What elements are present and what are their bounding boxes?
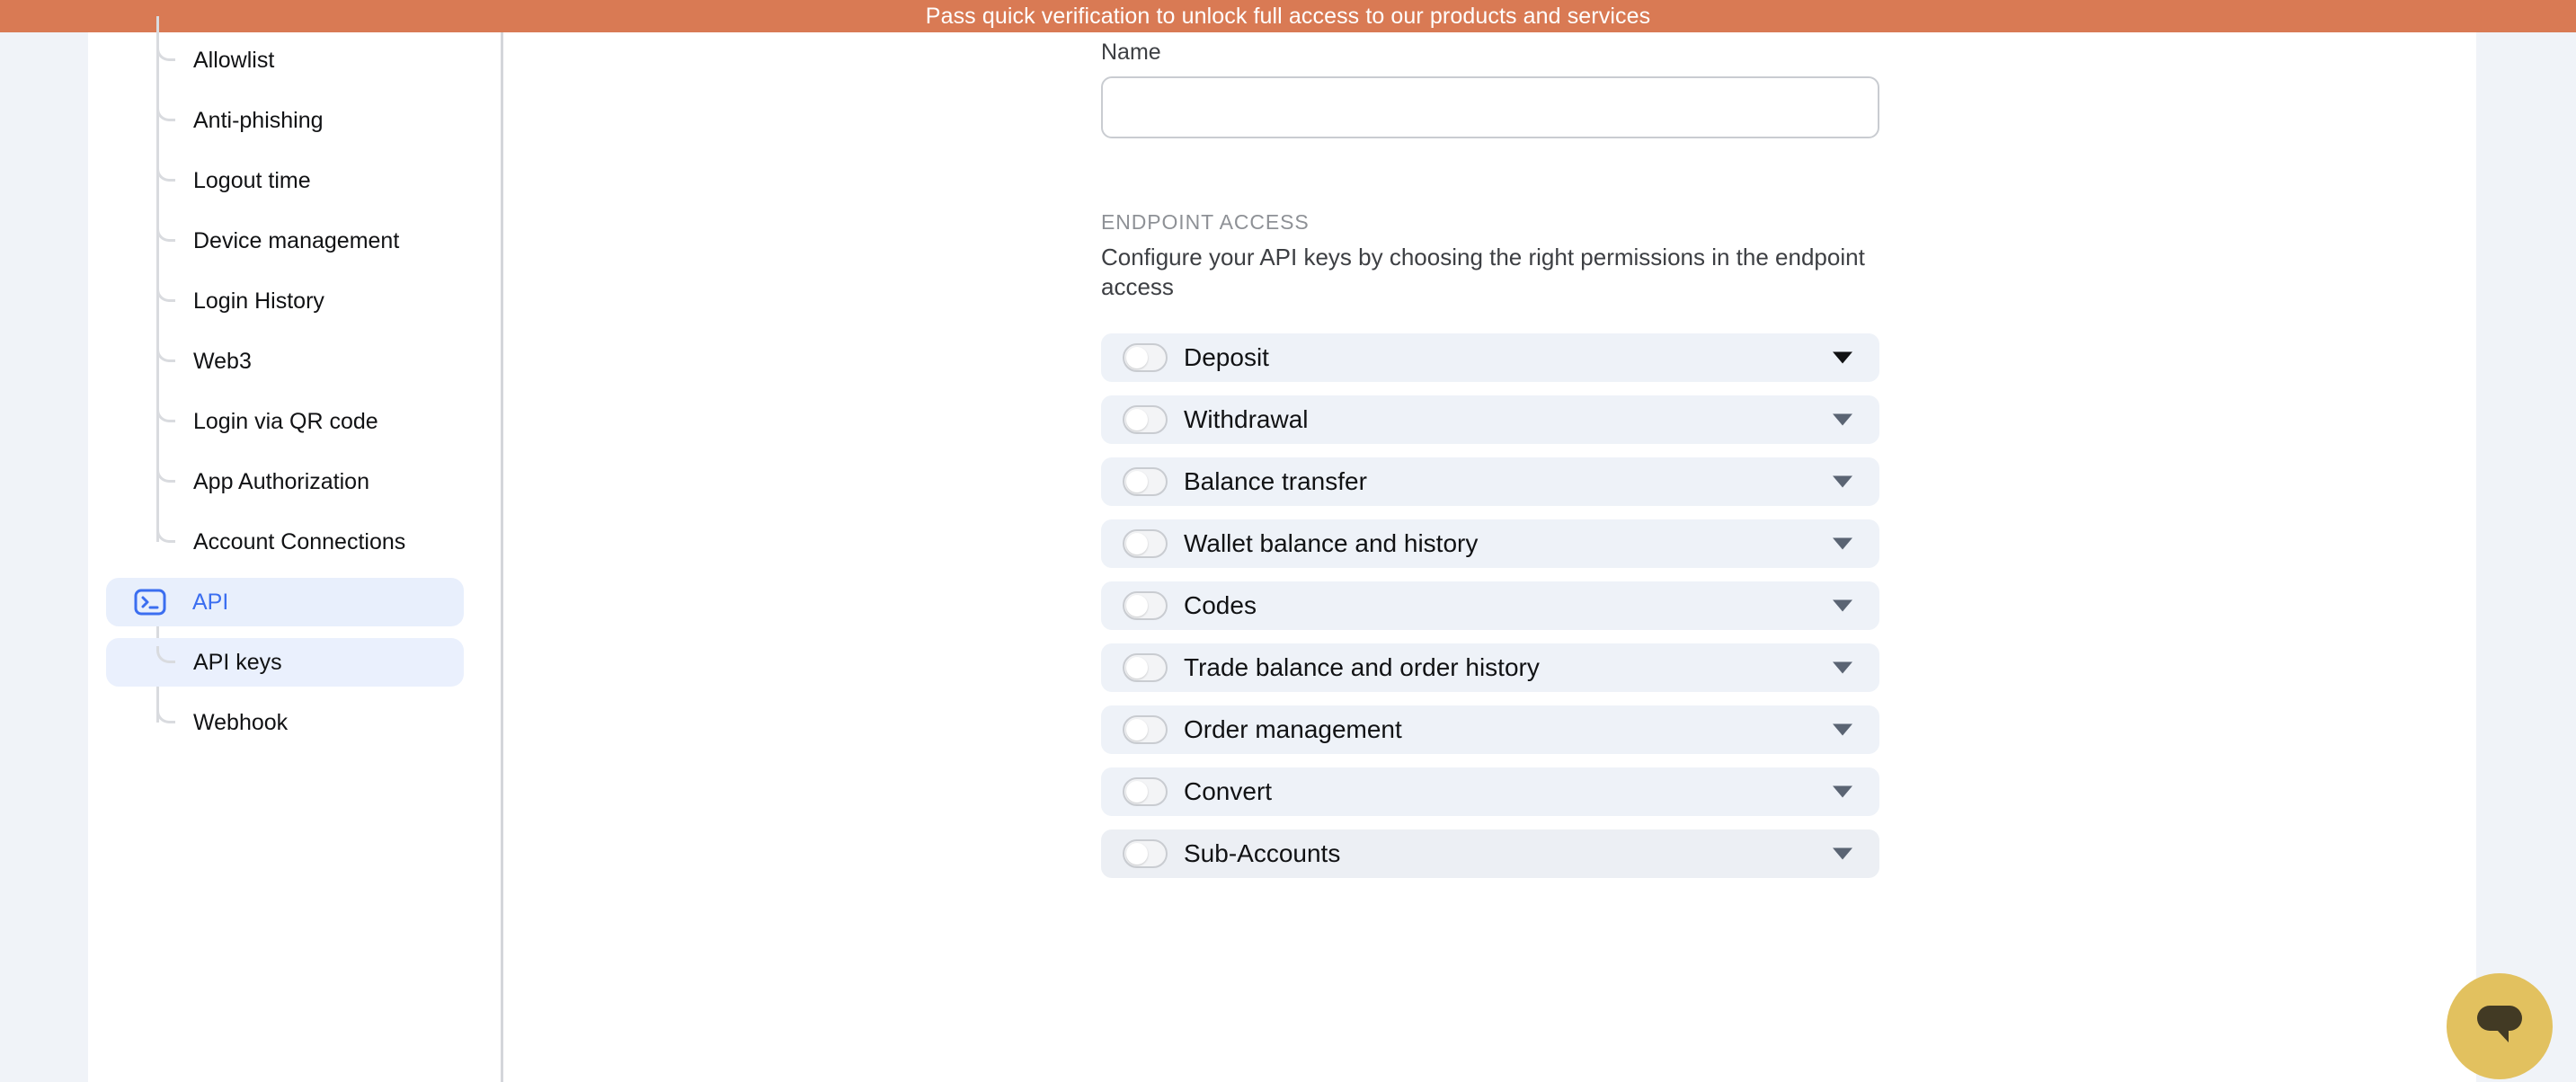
- page-background-left: [0, 32, 88, 1082]
- permission-list: Deposit Withdrawal Balance transfer Wallet …: [1101, 333, 1879, 878]
- permission-row-balance-transfer[interactable]: Balance transfer: [1101, 457, 1879, 506]
- permission-label: Balance transfer: [1184, 466, 1367, 495]
- sidebar-item-anti-phishing[interactable]: Anti-phishing: [106, 96, 464, 145]
- chevron-down-icon[interactable]: [1833, 661, 1852, 674]
- permission-toggle-wallet-balance-and-history[interactable]: [1123, 528, 1168, 558]
- sidebar-item-allowlist[interactable]: Allowlist: [106, 36, 464, 84]
- chevron-down-icon[interactable]: [1833, 351, 1852, 364]
- sidebar-item-label: Logout time: [193, 167, 311, 193]
- page-background-right: [2476, 32, 2576, 1082]
- sidebar-item-label: Login History: [193, 288, 324, 314]
- permission-row-convert[interactable]: Convert: [1101, 767, 1879, 816]
- sidebar-item-label: Login via QR code: [193, 408, 378, 434]
- sidebar-item-device-management[interactable]: Device management: [106, 217, 464, 265]
- nav-tree-connector: [156, 104, 175, 121]
- permission-toggle-trade-balance-and-order-history[interactable]: [1123, 652, 1168, 682]
- chevron-down-icon[interactable]: [1833, 723, 1852, 736]
- permission-row-sub-accounts[interactable]: Sub-Accounts: [1101, 829, 1879, 878]
- sidebar-item-app-authorization[interactable]: App Authorization: [106, 457, 464, 506]
- sidebar-item-label: Account Connections: [193, 528, 406, 554]
- main-content: Name ENDPOINT ACCESS Configure your API …: [506, 32, 2476, 1082]
- verification-banner[interactable]: Pass quick verification to unlock full a…: [0, 0, 2576, 32]
- permission-row-trade-balance-and-order-history[interactable]: Trade balance and order history: [1101, 643, 1879, 692]
- sidebar-item-login-via-qr-code[interactable]: Login via QR code: [106, 397, 464, 446]
- permission-row-deposit[interactable]: Deposit: [1101, 333, 1879, 382]
- endpoint-access-heading: ENDPOINT ACCESS: [1101, 210, 1310, 234]
- api-key-form: Name ENDPOINT ACCESS Configure your API …: [1101, 32, 1879, 891]
- sidebar-item-account-connections[interactable]: Account Connections: [106, 518, 464, 566]
- permission-label: Sub-Accounts: [1184, 838, 1341, 867]
- sidebar-item-label: Anti-phishing: [193, 107, 324, 133]
- permission-row-withdrawal[interactable]: Withdrawal: [1101, 395, 1879, 444]
- permission-toggle-deposit[interactable]: [1123, 342, 1168, 372]
- toggle-knob: [1126, 656, 1148, 678]
- sidebar-nav-tree: Allowlist Anti-phishing Logout time Device …: [88, 16, 501, 1082]
- chevron-down-icon[interactable]: [1833, 475, 1852, 488]
- sidebar-item-login-history[interactable]: Login History: [106, 277, 464, 325]
- sidebar-item-web3[interactable]: Web3: [106, 337, 464, 386]
- nav-tree-connector: [156, 646, 175, 663]
- nav-tree-connector: [156, 285, 175, 302]
- sidebar-item-label: Device management: [193, 227, 400, 253]
- chevron-down-icon[interactable]: [1833, 413, 1852, 426]
- nav-tree-connector: [156, 526, 175, 543]
- app-page: Pass quick verification to unlock full a…: [0, 0, 2576, 1082]
- sidebar-item-api[interactable]: API: [106, 578, 464, 626]
- sidebar-item-label: Web3: [193, 348, 252, 374]
- nav-tree-connector: [156, 44, 175, 61]
- permission-label: Wallet balance and history: [1184, 528, 1479, 557]
- verification-banner-text: Pass quick verification to unlock full a…: [925, 3, 1651, 29]
- toggle-knob: [1126, 408, 1148, 430]
- name-input[interactable]: [1101, 76, 1879, 138]
- chat-support-button[interactable]: [2447, 973, 2553, 1079]
- permission-toggle-sub-accounts[interactable]: [1123, 838, 1168, 868]
- permission-label: Convert: [1184, 776, 1273, 805]
- sidebar-item-webhook[interactable]: Webhook: [106, 698, 464, 747]
- chevron-down-icon[interactable]: [1833, 537, 1852, 550]
- nav-tree-connector: [156, 225, 175, 242]
- nav-tree-connector: [156, 466, 175, 483]
- permission-toggle-balance-transfer[interactable]: [1123, 466, 1168, 496]
- nav-tree-connector: [156, 164, 175, 182]
- toggle-knob: [1126, 718, 1148, 741]
- toggle-knob: [1126, 346, 1148, 368]
- permission-label: Withdrawal: [1184, 404, 1309, 433]
- permission-toggle-convert[interactable]: [1123, 776, 1168, 806]
- chevron-down-icon[interactable]: [1833, 599, 1852, 612]
- permission-label: Order management: [1184, 714, 1402, 743]
- permission-row-wallet-balance-and-history[interactable]: Wallet balance and history: [1101, 519, 1879, 568]
- sidebar-item-logout-time[interactable]: Logout time: [106, 156, 464, 205]
- permission-toggle-withdrawal[interactable]: [1123, 404, 1168, 434]
- sidebar-item-label: API keys: [193, 649, 282, 675]
- name-field-label: Name: [1101, 40, 1161, 65]
- permission-toggle-codes[interactable]: [1123, 590, 1168, 620]
- permission-label: Codes: [1184, 590, 1257, 619]
- chat-bubble-icon: [2472, 1000, 2527, 1053]
- sidebar-item-label: App Authorization: [193, 468, 369, 494]
- toggle-knob: [1126, 532, 1148, 554]
- permission-label: Deposit: [1184, 342, 1269, 371]
- permission-label: Trade balance and order history: [1184, 652, 1540, 681]
- endpoint-access-description: Configure your API keys by choosing the …: [1101, 244, 1865, 301]
- terminal-icon: [129, 589, 171, 616]
- toggle-knob: [1126, 842, 1148, 865]
- nav-tree-connector: [156, 345, 175, 362]
- sidebar-item-label: Allowlist: [193, 47, 275, 73]
- sidebar: Allowlist Anti-phishing Logout time Device …: [88, 16, 503, 1082]
- permission-row-codes[interactable]: Codes: [1101, 581, 1879, 630]
- sidebar-item-label: Webhook: [193, 709, 289, 735]
- toggle-knob: [1126, 780, 1148, 803]
- chevron-down-icon[interactable]: [1833, 847, 1852, 860]
- nav-tree-connector: [156, 706, 175, 723]
- nav-tree-connector: [156, 405, 175, 422]
- permission-row-order-management[interactable]: Order management: [1101, 705, 1879, 754]
- toggle-knob: [1126, 594, 1148, 616]
- sidebar-item-api-keys[interactable]: API keys: [106, 638, 464, 687]
- permission-toggle-order-management[interactable]: [1123, 714, 1168, 744]
- sidebar-item-label: API: [192, 589, 229, 615]
- toggle-knob: [1126, 470, 1148, 492]
- chevron-down-icon[interactable]: [1833, 785, 1852, 798]
